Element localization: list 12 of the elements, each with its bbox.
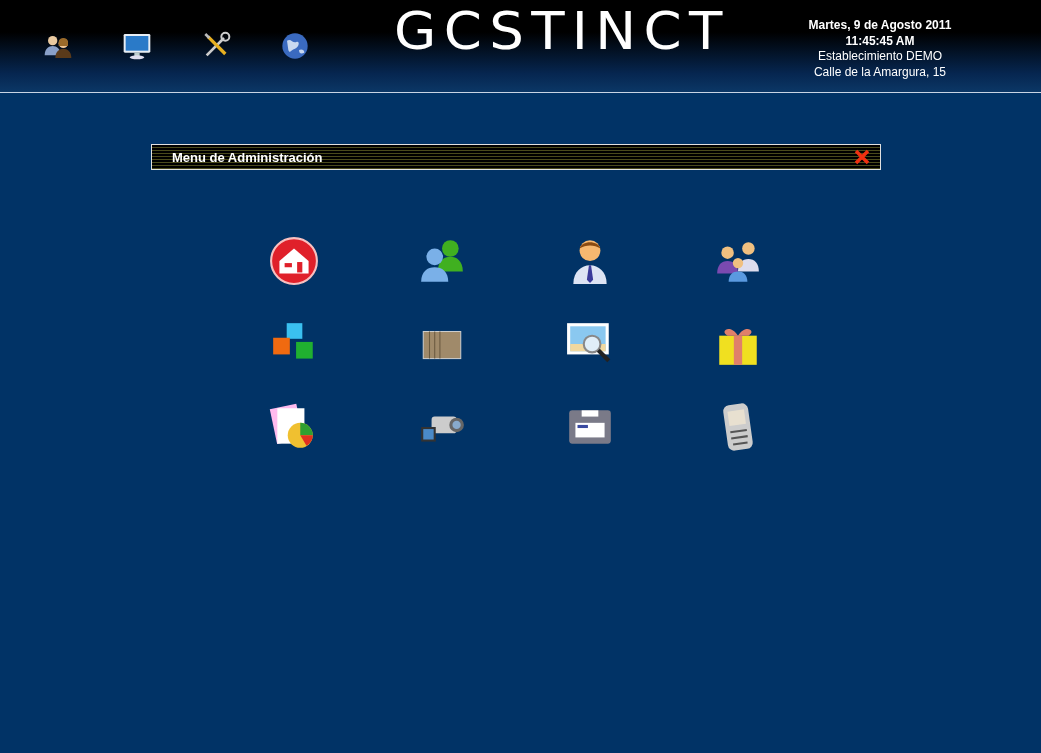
house-icon [269, 236, 319, 286]
time-text: 11:45:45 AM [845, 33, 915, 49]
nav-button[interactable] [279, 30, 311, 62]
close-button[interactable] [854, 149, 870, 165]
menu-title: Menu de Administración [172, 149, 323, 165]
globe-icon [279, 30, 311, 62]
date-text: Martes, 9 de Agosto 2011 [808, 18, 952, 34]
address-text: Calle de la Amargura, 15 [813, 64, 947, 80]
menu-tile-button[interactable] [269, 236, 319, 286]
logo-text: GCSTINCT [394, 5, 731, 57]
close-icon [854, 149, 870, 165]
establishment-text: Establecimiento DEMO [817, 49, 942, 65]
